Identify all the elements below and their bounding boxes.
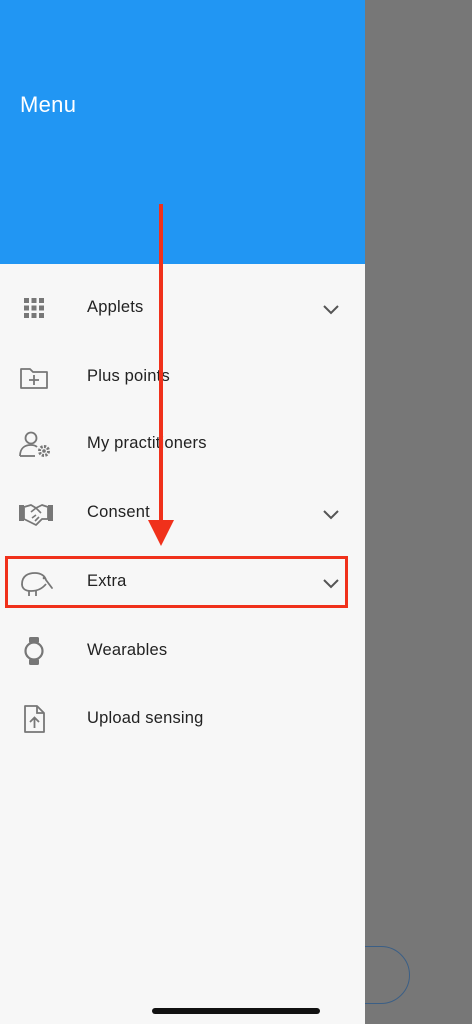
menu-item-label: Consent (87, 503, 150, 521)
menu-item-label: Plus points (87, 367, 170, 385)
drawer-header: Menu (0, 0, 365, 264)
file-upload-icon (18, 703, 50, 735)
menu-item-label: Upload sensing (87, 709, 204, 727)
menu-item-plus-points[interactable]: Plus points (0, 345, 365, 409)
navigation-drawer: Menu Applets Plus points My practitioner… (0, 0, 365, 1024)
menu-item-label: Applets (87, 298, 144, 316)
grid-icon (18, 292, 50, 324)
chevron-down-icon[interactable] (320, 298, 342, 320)
folder-plus-icon (18, 361, 50, 393)
smartwatch-icon (18, 635, 50, 667)
home-indicator[interactable] (152, 1008, 320, 1014)
chevron-down-icon[interactable] (320, 503, 342, 525)
menu-item-label: Wearables (87, 641, 168, 659)
menu-item-consent[interactable]: Consent (0, 481, 365, 545)
background-scrim[interactable] (365, 0, 472, 1024)
handshake-icon (18, 497, 53, 529)
user-gear-icon (18, 428, 50, 460)
drawer-title: Menu (20, 92, 77, 117)
menu-item-wearables[interactable]: Wearables (0, 619, 365, 683)
annotation-highlight-box (5, 556, 348, 608)
menu-item-my-practitioners[interactable]: My practitioners (0, 412, 365, 476)
menu-item-applets[interactable]: Applets (0, 276, 365, 340)
menu-item-upload-sensing[interactable]: Upload sensing (0, 687, 365, 751)
menu-item-label: My practitioners (87, 434, 207, 452)
